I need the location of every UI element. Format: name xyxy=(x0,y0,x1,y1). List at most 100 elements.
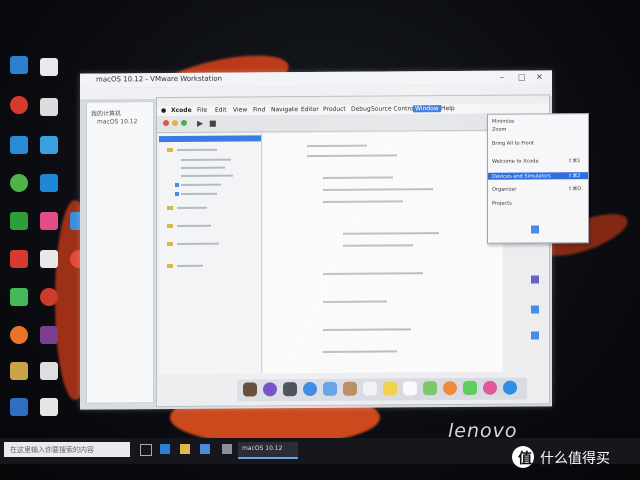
desktop-file-icon[interactable] xyxy=(40,58,58,76)
code-line xyxy=(307,154,397,158)
navigator-selected-row[interactable] xyxy=(159,135,261,143)
vmware-library-panel[interactable]: 我的计算机 macOS 10.12 xyxy=(86,101,154,404)
notes-icon[interactable] xyxy=(383,381,397,396)
desktop-file-icon[interactable] xyxy=(40,98,58,116)
photos-icon[interactable] xyxy=(443,381,457,396)
siri-icon[interactable] xyxy=(263,382,277,397)
file-icon xyxy=(175,191,179,196)
macos-dock[interactable] xyxy=(237,377,527,402)
code-line xyxy=(323,176,393,179)
desktop-app-icon[interactable] xyxy=(40,288,58,306)
navigator-row[interactable] xyxy=(177,264,203,267)
menu-file[interactable]: File xyxy=(197,107,207,114)
dropdown-item[interactable]: Projects xyxy=(492,201,512,207)
menu-source-control[interactable]: Source Control xyxy=(371,105,415,112)
menu-navigate[interactable]: Navigate xyxy=(271,106,298,113)
itunes-icon[interactable] xyxy=(483,380,497,395)
menu-help[interactable]: Help xyxy=(441,105,455,112)
close-traffic-light-icon[interactable] xyxy=(163,120,169,127)
desktop-app-icon[interactable] xyxy=(10,326,28,344)
menu-xcode[interactable]: Xcode xyxy=(171,107,192,114)
store-icon[interactable] xyxy=(200,444,210,454)
desktop-file-icon[interactable] xyxy=(40,362,58,380)
file-icon xyxy=(175,182,179,187)
dropdown-shortcut: ⇧⌘2 xyxy=(568,173,581,180)
desktop-app-icon[interactable] xyxy=(10,362,28,380)
desktop-app-icon[interactable] xyxy=(10,96,28,114)
minimize-traffic-light-icon[interactable] xyxy=(172,119,178,127)
library-item[interactable]: macOS 10.12 xyxy=(97,118,137,125)
finder-icon[interactable] xyxy=(243,382,257,397)
code-editor[interactable] xyxy=(263,131,503,374)
navigator-row[interactable] xyxy=(177,206,207,209)
utilities-panel[interactable] xyxy=(525,215,549,365)
navigator-row[interactable] xyxy=(177,224,211,227)
menu-debug[interactable]: Debug xyxy=(351,106,371,113)
dropdown-item[interactable]: Organizer xyxy=(492,187,516,193)
taskbar-active-app[interactable]: macOS 10.12 xyxy=(238,442,298,459)
dropdown-item[interactable]: Minimize xyxy=(492,119,514,125)
desktop-app-icon[interactable] xyxy=(10,56,28,74)
launchpad-icon[interactable] xyxy=(283,382,297,397)
dropdown-item[interactable]: Zoom xyxy=(492,127,506,133)
apple-menu-icon[interactable]: ● xyxy=(161,107,166,114)
menu-edit[interactable]: Edit xyxy=(215,107,227,114)
minimize-icon[interactable]: – xyxy=(500,73,504,82)
menu-window[interactable]: Window xyxy=(413,105,441,113)
folder-icon xyxy=(167,223,173,229)
desktop-file-icon[interactable] xyxy=(40,250,58,268)
stop-icon[interactable]: ■ xyxy=(209,119,217,128)
navigator-row[interactable] xyxy=(181,166,225,169)
navigator-row[interactable] xyxy=(181,183,221,186)
code-line xyxy=(323,188,433,191)
desktop-app-icon[interactable] xyxy=(40,136,58,154)
maximize-icon[interactable]: □ xyxy=(518,73,526,82)
desktop-app-icon[interactable] xyxy=(40,326,58,344)
vmware-icon[interactable] xyxy=(222,444,232,454)
watermark-badge-icon: 值 xyxy=(512,446,534,468)
desktop-app-icon[interactable] xyxy=(10,288,28,306)
run-icon[interactable]: ▶ xyxy=(197,119,203,128)
navigator-row[interactable] xyxy=(181,158,231,161)
desktop-app-icon[interactable] xyxy=(10,250,28,268)
desktop-app-icon[interactable] xyxy=(10,136,28,154)
navigator-row[interactable] xyxy=(181,192,217,195)
dropdown-item[interactable]: Bring All to Front xyxy=(492,140,534,146)
desktop-file-icon[interactable] xyxy=(40,398,58,416)
dropdown-item[interactable]: Welcome to Xcode xyxy=(492,158,539,164)
menu-product[interactable]: Product xyxy=(323,106,346,113)
desktop-app-icon[interactable] xyxy=(40,212,58,230)
contacts-icon[interactable] xyxy=(343,381,357,396)
desktop-app-icon[interactable] xyxy=(10,212,28,230)
desktop-app-icon[interactable] xyxy=(40,174,58,192)
macos-guest-screen[interactable]: ● Xcode File Edit View Find Navigate Edi… xyxy=(156,94,589,408)
menu-editor[interactable]: Editor xyxy=(301,106,319,113)
code-line xyxy=(323,272,423,275)
task-view-icon[interactable] xyxy=(140,444,152,456)
desktop-file-icon[interactable] xyxy=(10,398,28,416)
mail-icon[interactable] xyxy=(323,381,337,396)
calendar-icon[interactable] xyxy=(363,381,377,396)
navigator-row[interactable] xyxy=(181,174,233,177)
safari-icon[interactable] xyxy=(303,381,317,397)
reminders-icon[interactable] xyxy=(403,381,417,396)
explorer-icon[interactable] xyxy=(180,444,190,454)
maps-icon[interactable] xyxy=(423,381,437,396)
dropdown-item-selected[interactable]: Devices and Simulators xyxy=(492,173,551,179)
folder-icon xyxy=(167,263,173,269)
menu-find[interactable]: Find xyxy=(253,106,265,113)
desktop-app-icon[interactable] xyxy=(10,174,28,192)
project-navigator[interactable] xyxy=(159,133,262,375)
dropdown-shortcut: ⇧⌘1 xyxy=(568,158,581,165)
menu-view[interactable]: View xyxy=(233,106,247,113)
vmware-window[interactable]: macOS 10.12 - VMware Workstation – □ ✕ 我… xyxy=(80,70,589,410)
edge-icon[interactable] xyxy=(160,444,170,454)
app-store-icon[interactable] xyxy=(503,380,517,395)
library-item[interactable]: 我的计算机 xyxy=(91,108,121,117)
navigator-row[interactable] xyxy=(177,242,219,245)
navigator-row[interactable] xyxy=(177,148,217,151)
messages-icon[interactable] xyxy=(463,380,477,395)
taskbar-search-box[interactable]: 在这里输入你要搜索的内容 xyxy=(4,442,130,457)
close-icon[interactable]: ✕ xyxy=(536,72,543,81)
zoom-traffic-light-icon[interactable] xyxy=(181,119,187,126)
